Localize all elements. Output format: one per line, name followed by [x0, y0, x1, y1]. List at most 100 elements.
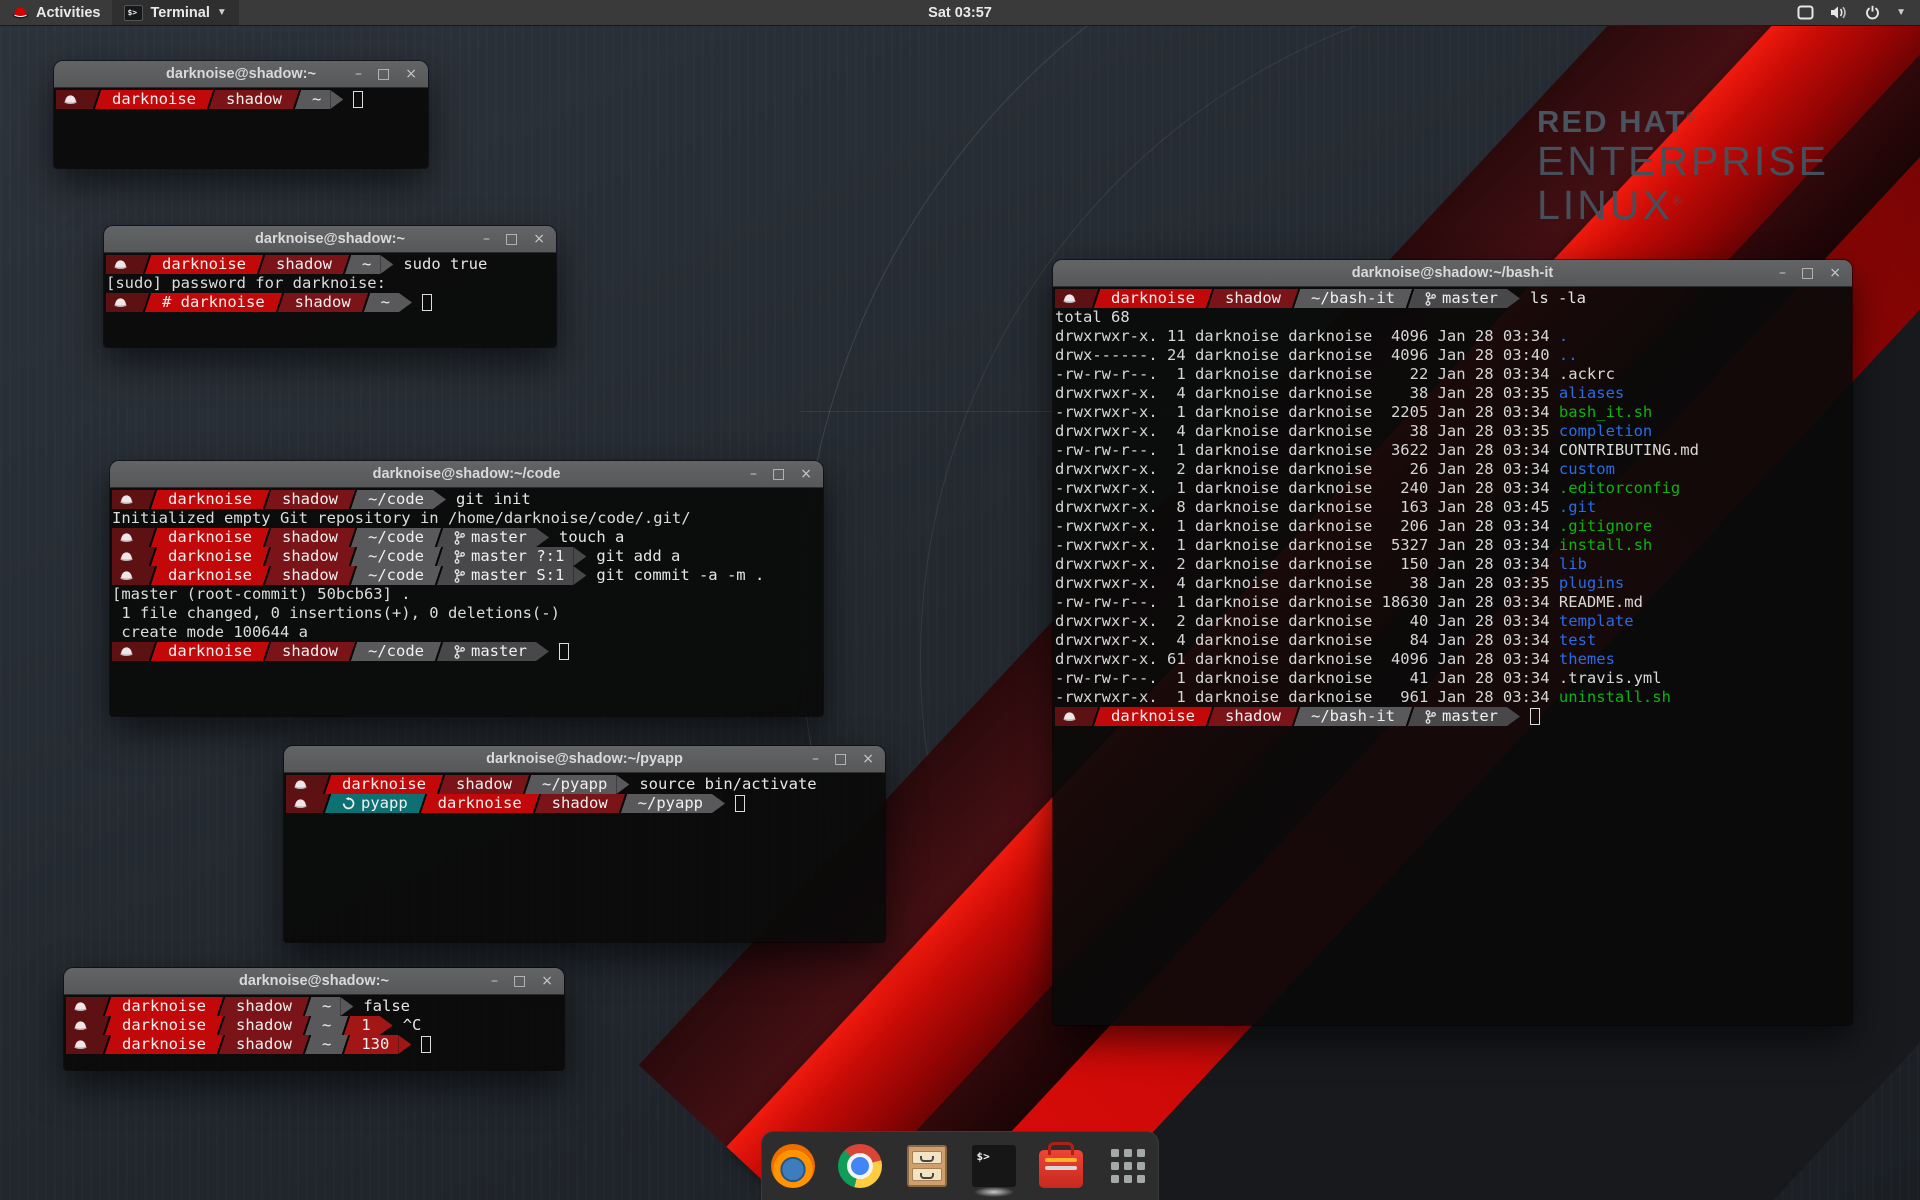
file-name: bash_it.sh: [1559, 403, 1652, 421]
terminal-output-line: drwxrwxr-x. 8 darknoise darknoise 163 Ja…: [1055, 498, 1852, 517]
powerline-separator: [347, 490, 359, 509]
git-branch-icon: [1425, 292, 1436, 306]
terminal-output-line: -rwxrwxr-x. 1 darknoise darknoise 206 Ja…: [1055, 517, 1852, 536]
prompt-segment-git: master: [1416, 707, 1507, 726]
close-button[interactable]: ×: [862, 752, 874, 766]
maximize-button[interactable]: □: [505, 232, 518, 246]
file-attributes: -rw-rw-r--. 1 darknoise darknoise 22 Jan…: [1055, 365, 1559, 383]
terminal-window: darknoise@shadow:~–□×darknoiseshadow~sud…: [104, 226, 556, 347]
terminal-content[interactable]: darknoiseshadow~sudo true[sudo] password…: [104, 253, 556, 347]
powerline-separator: [433, 528, 445, 547]
close-button[interactable]: ×: [1829, 266, 1841, 280]
command-text: git add a: [586, 547, 680, 566]
terminal-cursor: [559, 643, 569, 660]
maximize-button[interactable]: □: [834, 752, 847, 766]
prompt-segment-path: ~/code: [359, 490, 433, 509]
prompt-segment-text: darknoise: [112, 90, 196, 109]
close-button[interactable]: ×: [800, 467, 812, 481]
maximize-button[interactable]: □: [513, 974, 526, 988]
window-titlebar[interactable]: darknoise@shadow:~/pyapp–□×: [284, 746, 885, 773]
window-titlebar[interactable]: darknoise@shadow:~/code–□×: [110, 461, 823, 488]
command-text: ^C: [393, 1016, 422, 1035]
minimize-button[interactable]: –: [812, 752, 819, 766]
prompt-segment-text: 1: [361, 1016, 370, 1035]
terminal-content[interactable]: darknoiseshadow~falsedarknoiseshadow~1^C…: [64, 995, 564, 1070]
dock-item-software-toolbox[interactable]: [1038, 1143, 1084, 1189]
system-status-area[interactable]: ▼: [1797, 0, 1920, 25]
toolbox-icon: [1039, 1150, 1083, 1188]
powerline-separator: [301, 1035, 313, 1054]
prompt-line: darknoiseshadow~1^C: [66, 1016, 564, 1035]
powerline-separator: [617, 794, 629, 813]
prompt-segment-path: ~/bash-it: [1302, 289, 1404, 308]
file-name: .gitignore: [1559, 517, 1652, 535]
prompt-segment-text: ~/bash-it: [1311, 289, 1395, 308]
minimize-button[interactable]: –: [483, 232, 490, 246]
app-menu-label: Terminal: [150, 5, 209, 21]
chevron-down-icon: ▼: [1896, 7, 1906, 18]
terminal-content[interactable]: darknoiseshadow~/pyappsource bin/activat…: [284, 773, 885, 942]
clock[interactable]: Sat 03:57: [0, 5, 1920, 21]
maximize-button[interactable]: □: [1801, 266, 1814, 280]
prompt-segment-text: shadow: [552, 794, 608, 813]
terminal-output-line: drwxrwxr-x. 4 darknoise darknoise 84 Jan…: [1055, 631, 1852, 650]
powerline-separator: [1090, 289, 1102, 308]
prompt-segment-text: master: [1442, 707, 1498, 726]
powerline-separator: [141, 255, 153, 274]
power-icon: [1865, 5, 1880, 20]
terminal-window: darknoise@shadow:~/bash-it–□×darknoisesh…: [1053, 260, 1852, 1025]
terminal-content[interactable]: darknoiseshadow~: [54, 88, 428, 168]
activities-button[interactable]: Activities: [0, 0, 112, 25]
prompt-segment-host: shadow: [227, 997, 301, 1016]
minimize-button[interactable]: –: [750, 467, 757, 481]
dock-item-chrome[interactable]: [837, 1143, 883, 1189]
desktop: RED HAT® ENTERPRISE LINUX® Activities $>…: [0, 0, 1920, 1200]
window-titlebar[interactable]: darknoise@shadow:~/bash-it – □ ×: [1053, 260, 1852, 287]
window-titlebar[interactable]: darknoise@shadow:~–□×: [64, 968, 564, 995]
close-button[interactable]: ×: [405, 67, 417, 81]
terminal-content[interactable]: darknoiseshadow~/codegit initInitialized…: [110, 488, 823, 716]
powerline-separator: [1204, 289, 1216, 308]
prompt-segment-text: ~: [322, 997, 331, 1016]
terminal-output-line: -rwxrwxr-x. 1 darknoise darknoise 961 Ja…: [1055, 688, 1852, 707]
terminal-output-line: create mode 100644 a: [112, 623, 823, 642]
terminal-output-line: drwx------. 24 darknoise darknoise 4096 …: [1055, 346, 1852, 365]
volume-icon: [1830, 5, 1849, 20]
terminal-output-line: [master (root-commit) 50bcb63] .: [112, 585, 823, 604]
maximize-button[interactable]: □: [377, 67, 390, 81]
terminal-output-line: drwxrwxr-x. 2 darknoise darknoise 40 Jan…: [1055, 612, 1852, 631]
powerline-separator: [147, 547, 159, 566]
prompt-segment-hat: [106, 255, 141, 274]
prompt-segment-hat: [112, 642, 147, 661]
prompt-segment-text: shadow: [226, 90, 282, 109]
window-titlebar[interactable]: darknoise@shadow:~–□×: [104, 226, 556, 253]
file-attributes: drwxrwxr-x. 11 darknoise darknoise 4096 …: [1055, 327, 1559, 345]
command-text: false: [353, 997, 410, 1016]
window-titlebar[interactable]: darknoise@shadow:~–□×: [54, 61, 428, 88]
redhat-icon: [119, 570, 134, 581]
prompt-segment-text: shadow: [236, 1035, 292, 1054]
dock-item-show-applications[interactable]: [1105, 1143, 1151, 1189]
prompt-segment-exit: 130: [352, 1035, 398, 1054]
prompt-line: darknoiseshadow~/codemaster S:1git commi…: [112, 566, 823, 585]
powerline-arrow: [1507, 707, 1520, 726]
close-button[interactable]: ×: [533, 232, 545, 246]
dock-item-firefox[interactable]: [770, 1143, 816, 1189]
minimize-button[interactable]: –: [1779, 266, 1786, 280]
maximize-button[interactable]: □: [772, 467, 785, 481]
window-title: darknoise@shadow:~/bash-it: [1352, 265, 1553, 281]
app-menu-terminal[interactable]: $> Terminal ▼: [112, 0, 238, 25]
git-branch-icon: [1425, 710, 1436, 724]
close-button[interactable]: ×: [541, 974, 553, 988]
powerline-separator: [147, 566, 159, 585]
minimize-button[interactable]: –: [355, 67, 362, 81]
dock-item-terminal[interactable]: $>: [971, 1143, 1017, 1189]
terminal-app-icon: $>: [124, 5, 143, 21]
terminal-content[interactable]: darknoiseshadow~/bash-itmasterls -latota…: [1053, 287, 1852, 1025]
minimize-button[interactable]: –: [491, 974, 498, 988]
prompt-segment-text: darknoise: [168, 566, 252, 585]
powerline-separator: [347, 528, 359, 547]
dock-item-files[interactable]: [904, 1143, 950, 1189]
prompt-line: darknoiseshadow~: [56, 90, 428, 109]
command-text: source bin/activate: [629, 775, 816, 794]
